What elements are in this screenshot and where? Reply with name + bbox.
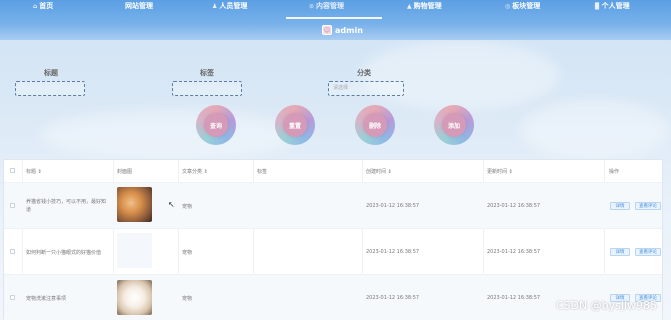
add-button[interactable]: 添加 — [434, 105, 474, 145]
nav-item-home[interactable]: ⌂ 首页 — [33, 0, 53, 12]
column-header-title[interactable]: 标题 ⇕ — [26, 160, 42, 182]
user-menu[interactable]: ☺ admin — [322, 24, 363, 36]
column-header-category[interactable]: 文章分类 ⇕ — [182, 160, 208, 182]
nav-item-label: 板块管理 — [512, 2, 541, 10]
cover-image — [117, 280, 152, 315]
content-table: 标题 ⇕ 封面图 文章分类 ⇕ 标签 创建时间 ⇕ 更新时间 ⇕ 操作 养猫省钱… — [3, 159, 663, 320]
view-comments-button[interactable]: 查看评论 — [635, 202, 661, 210]
row-title: 宠物洗漱注意事项 — [26, 295, 67, 302]
detail-button[interactable]: 详情 — [610, 248, 630, 256]
cover-image — [117, 233, 152, 268]
user-icon: ♟ — [212, 2, 218, 10]
column-header-tag: 标签 — [257, 168, 268, 175]
home-icon: ⌂ — [33, 2, 38, 10]
row-created: 2023-01-12 16:38:57 — [366, 203, 420, 209]
avatar-icon: ☺ — [322, 25, 332, 35]
row-title: 如何判断一只小猫眼式的好猫价值 — [26, 249, 102, 256]
column-header-created[interactable]: 创建时间 ⇕ — [366, 160, 392, 182]
cover-image — [117, 187, 152, 222]
nav-item-content[interactable]: ⊙ 内容管理 — [309, 0, 344, 12]
table-row: 如何判断一只小猫眼式的好猫价值 宠物 2023-01-12 16:38:57 2… — [4, 228, 662, 274]
row-category: 宠物 — [182, 249, 193, 256]
row-checkbox[interactable] — [10, 295, 15, 300]
row-title: 养猫省钱小技巧，可以不用，最好知道 — [26, 199, 107, 213]
watermark: CSDN @bysjlw985 — [555, 299, 657, 312]
row-category: 宠物 — [182, 203, 193, 210]
nav-item-label: 购物管理 — [413, 2, 442, 10]
nav-item-site[interactable]: 网站管理 — [125, 0, 153, 12]
delete-button-label: 删除 — [363, 113, 387, 137]
background-cloud — [520, 100, 670, 160]
nav-item-label: 内容管理 — [316, 2, 345, 10]
cart-icon: ▲ — [407, 2, 412, 10]
column-header-actions: 操作 — [609, 168, 620, 175]
top-nav: ⌂ 首页 网站管理 ♟ 人员管理 ⊙ 内容管理 ▲ 购物管理 ◎ 板块管理 ▉ … — [0, 0, 671, 40]
username: admin — [335, 25, 363, 35]
tag-filter-label: 标签 — [200, 69, 214, 77]
view-comments-button[interactable]: 查看评论 — [635, 248, 661, 256]
nav-item-label: 人员管理 — [219, 2, 248, 10]
nav-item-blocks[interactable]: ◎ 板块管理 — [505, 0, 540, 12]
row-category: 宠物 — [182, 295, 193, 302]
detail-button[interactable]: 详情 — [610, 202, 630, 210]
add-button-label: 添加 — [442, 113, 466, 137]
nav-item-shopping[interactable]: ▲ 购物管理 — [407, 0, 442, 12]
nav-item-personal[interactable]: ▉ 个人管理 — [595, 0, 630, 12]
row-updated: 2023-01-12 16:38:57 — [487, 295, 541, 301]
nav-item-label: 个人管理 — [601, 2, 630, 10]
column-header-updated[interactable]: 更新时间 ⇕ — [487, 160, 513, 182]
query-button[interactable]: 查询 — [196, 105, 236, 145]
person-icon: ▉ — [595, 2, 600, 10]
nav-item-label: 首页 — [39, 2, 54, 10]
row-updated: 2023-01-12 16:38:57 — [487, 249, 541, 255]
grid-icon: ◎ — [505, 2, 511, 10]
title-filter-label: 标题 — [44, 69, 58, 77]
table-row: 养猫省钱小技巧，可以不用，最好知道 宠物 2023-01-12 16:38:57… — [4, 182, 662, 228]
row-created: 2023-01-12 16:38:57 — [366, 249, 420, 255]
title-filter-input[interactable] — [15, 81, 85, 96]
row-checkbox[interactable] — [10, 249, 15, 254]
column-header-cover: 封面图 — [117, 168, 133, 175]
nav-item-users[interactable]: ♟ 人员管理 — [212, 0, 247, 12]
reset-button-label: 重置 — [283, 113, 307, 137]
active-tab-indicator — [286, 17, 382, 19]
row-updated: 2023-01-12 16:38:57 — [487, 203, 541, 209]
nav-item-label: 网站管理 — [125, 2, 153, 10]
background-cloud — [360, 40, 560, 110]
delete-button[interactable]: 删除 — [355, 105, 395, 145]
category-filter-select[interactable]: 请选择 — [328, 81, 404, 96]
row-checkbox[interactable] — [10, 203, 15, 208]
table-row: 宠物洗漱注意事项 宠物 2023-01-12 16:38:57 2023-01-… — [4, 274, 662, 320]
category-filter-label: 分类 — [357, 69, 371, 77]
query-button-label: 查询 — [204, 113, 228, 137]
reset-button[interactable]: 重置 — [275, 105, 315, 145]
mouse-cursor-icon: ↖ — [168, 200, 175, 209]
select-all-checkbox[interactable] — [10, 168, 15, 173]
row-created: 2023-01-12 16:38:57 — [366, 295, 420, 301]
tag-filter-input[interactable] — [172, 81, 242, 96]
content-icon: ⊙ — [309, 2, 315, 10]
background-cloud — [40, 110, 300, 160]
